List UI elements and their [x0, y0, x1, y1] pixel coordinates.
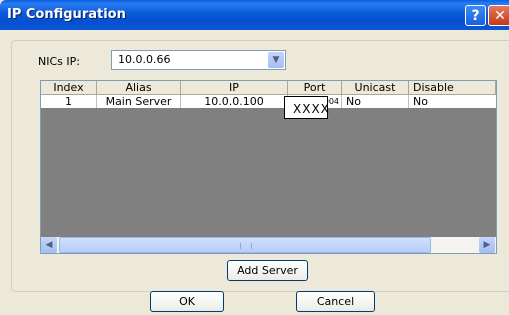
scroll-left-icon[interactable]: ◀	[41, 237, 57, 253]
column-header-unicast[interactable]: Unicast	[342, 81, 409, 94]
cell-alias[interactable]: Main Server	[97, 95, 181, 108]
nics-ip-value: 10.0.0.66	[118, 53, 171, 66]
nics-ip-label: NICs IP:	[38, 55, 80, 68]
chevron-down-icon[interactable]: ▼	[268, 52, 284, 68]
table-row[interactable]: 1 Main Server 10.0.0.100 8004 No No	[41, 95, 496, 108]
grip-icon	[240, 243, 252, 249]
horizontal-scrollbar[interactable]: ◀ ▶	[41, 237, 496, 253]
port-edit-field[interactable]: XXXX	[284, 96, 330, 119]
table-header: Index Alias IP Port Unicast Disable	[41, 81, 496, 95]
cell-disable[interactable]: No	[409, 95, 496, 108]
column-header-index[interactable]: Index	[41, 81, 97, 94]
server-table[interactable]: Index Alias IP Port Unicast Disable 1 Ma…	[40, 80, 497, 254]
add-server-button[interactable]: Add Server	[227, 260, 308, 281]
cancel-button[interactable]: Cancel	[296, 291, 375, 312]
ip-configuration-dialog: IP Configuration ? ✕ NICs IP: 10.0.0.66 …	[0, 0, 509, 315]
title-bar[interactable]: IP Configuration ? ✕	[0, 0, 509, 30]
scrollbar-thumb[interactable]	[59, 237, 431, 253]
column-header-disable[interactable]: Disable	[409, 81, 496, 94]
close-button[interactable]: ✕	[488, 5, 509, 26]
ok-button[interactable]: OK	[150, 291, 224, 312]
scroll-right-icon[interactable]: ▶	[479, 237, 495, 253]
help-button[interactable]: ?	[465, 5, 486, 26]
cell-ip[interactable]: 10.0.0.100	[181, 95, 288, 108]
window-title: IP Configuration	[7, 7, 126, 22]
column-header-alias[interactable]: Alias	[97, 81, 181, 94]
column-header-port[interactable]: Port	[288, 81, 342, 94]
cell-index[interactable]: 1	[41, 95, 97, 108]
port-edit-value: XXXX	[293, 102, 330, 116]
column-header-ip[interactable]: IP	[181, 81, 288, 94]
nics-ip-dropdown[interactable]: 10.0.0.66 ▼	[111, 50, 286, 70]
cell-unicast[interactable]: No	[342, 95, 409, 108]
